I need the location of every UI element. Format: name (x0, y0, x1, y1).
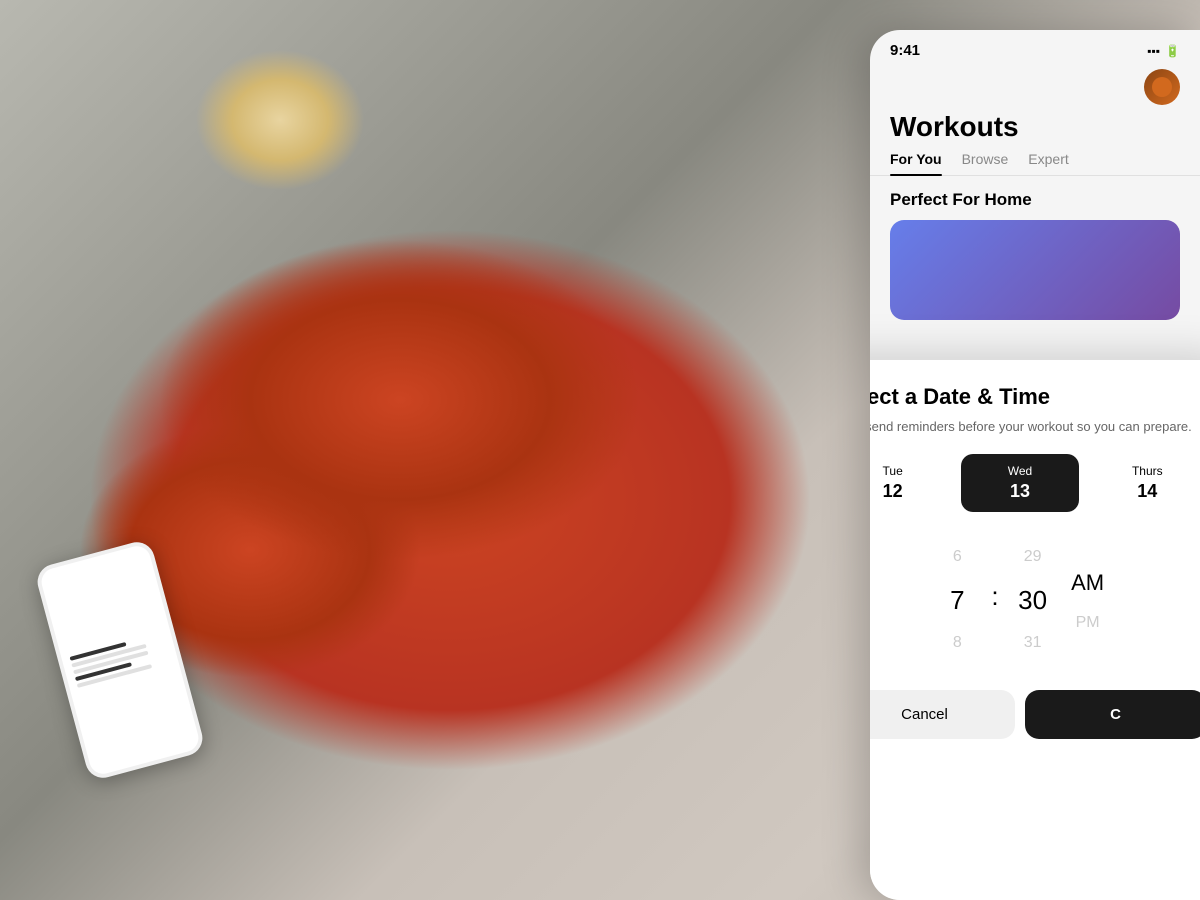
wifi-icon: 🔋 (1165, 44, 1180, 58)
ampm-pm: PM (1063, 606, 1113, 640)
app-header (870, 59, 1200, 105)
tab-browse[interactable]: Browse (962, 151, 1009, 175)
date-cell-tue[interactable]: Tue 12 (870, 454, 951, 512)
modal-title: Select a Date & Time (870, 384, 1200, 410)
hour-prev: 6 (927, 540, 987, 574)
avatar[interactable] (1144, 69, 1180, 105)
status-time: 9:41 (890, 42, 920, 59)
date-cell-thu[interactable]: Thurs 14 (1089, 454, 1200, 512)
date-day-label-3: Thurs (1132, 464, 1163, 478)
status-bar: 9:41 ▪▪▪ 🔋 (870, 30, 1200, 59)
section-title: Perfect For Home (870, 176, 1200, 220)
min-prev: 29 (1003, 540, 1063, 574)
app-panel: 9:41 ▪▪▪ 🔋 Workouts For You Browse Exper… (870, 30, 1200, 900)
ampm-am: AM (1063, 560, 1113, 607)
modal-buttons: Cancel C (870, 690, 1200, 739)
hour-next: 8 (927, 626, 987, 660)
time-colon: : (987, 581, 1002, 612)
modal-overlay: Select a Date & Time We'll send reminder… (870, 360, 1200, 900)
avatar-face (1152, 77, 1172, 97)
tabs-row: For You Browse Expert (870, 143, 1200, 176)
tab-for-you[interactable]: For You (890, 151, 942, 175)
date-day-num-2: 13 (1010, 481, 1030, 502)
confirm-button[interactable]: C (1025, 690, 1200, 739)
date-cell-wed[interactable]: Wed 13 (961, 454, 1078, 512)
status-icons: ▪▪▪ 🔋 (1147, 44, 1180, 58)
date-time-modal: Select a Date & Time We'll send reminder… (870, 360, 1200, 900)
minutes-column[interactable]: 29 30 31 (1003, 540, 1063, 661)
cancel-button[interactable]: Cancel (870, 690, 1015, 739)
page-title: Workouts (870, 105, 1200, 143)
date-day-label-2: Wed (1008, 464, 1032, 478)
date-picker: Tue 12 Wed 13 Thurs 14 (870, 454, 1200, 512)
date-day-num: 12 (883, 481, 903, 502)
min-next: 31 (1003, 626, 1063, 660)
hours-column[interactable]: 6 7 8 (927, 540, 987, 661)
modal-subtitle: We'll send reminders before your workout… (870, 418, 1200, 436)
date-day-num-3: 14 (1137, 481, 1157, 502)
signal-icon: ▪▪▪ (1147, 44, 1160, 58)
ampm-column[interactable]: AM PM (1063, 560, 1113, 641)
tab-expert[interactable]: Expert (1028, 151, 1068, 175)
workout-card[interactable] (890, 220, 1180, 320)
hour-selected: 7 (927, 574, 987, 626)
min-selected: 30 (1003, 574, 1063, 626)
date-day-label: Tue (883, 464, 903, 478)
time-picker[interactable]: 6 7 8 : 29 30 31 AM PM (870, 530, 1200, 670)
